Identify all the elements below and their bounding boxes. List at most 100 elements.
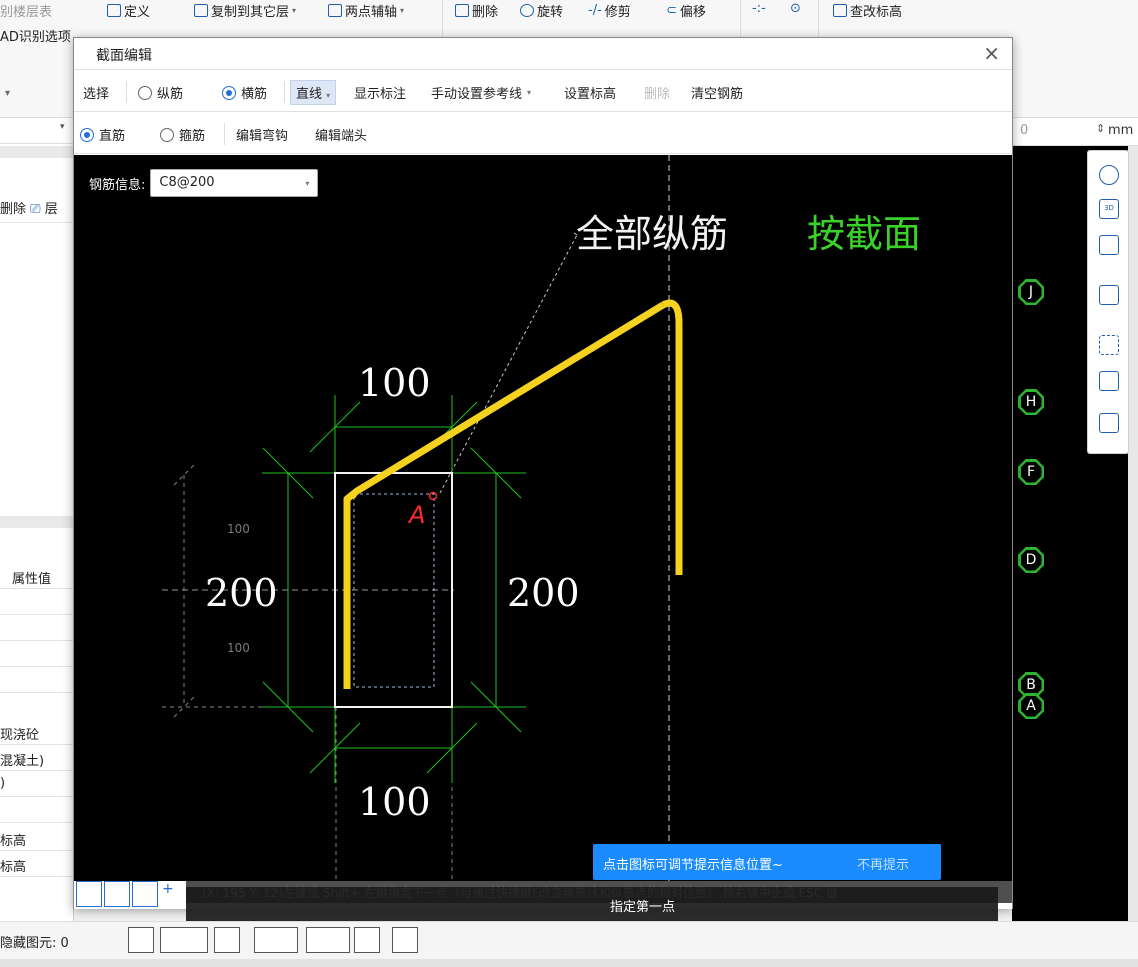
edit-hook-button[interactable]: 编辑弯钩: [236, 125, 288, 144]
section-edit-dialog: 截面编辑 × 选择 纵筋 横筋 直线 ▾ 显示标注 手动设置参考线 ▾ 设置标高 …: [73, 37, 1013, 909]
leader-line: [439, 234, 578, 494]
trim-button[interactable]: -/- 修剪: [588, 1, 631, 20]
section-drawing: [162, 155, 683, 881]
3d-view-icon[interactable]: 3D: [1099, 199, 1119, 219]
bottom-toolbar: 隐藏图元: 0: [0, 921, 1138, 959]
offset-icon: ⊂: [666, 3, 677, 18]
left-dropdown[interactable]: ▾: [0, 118, 74, 144]
left-property-panel: ▾ 删除 ⎚ 层 属性值 现浇砼 混凝土) ) 标高 标高: [0, 118, 74, 928]
axis-bubble-h: H: [1018, 389, 1044, 415]
floor-table-button[interactable]: 别楼层表: [0, 1, 52, 20]
copy-floor-icon: [194, 4, 208, 17]
radio-transverse[interactable]: 横筋: [222, 83, 267, 102]
rect-select-icon[interactable]: [160, 927, 208, 953]
clear-rebar-button[interactable]: 清空钢筋: [691, 83, 743, 102]
right-scroll-strip[interactable]: [1128, 146, 1138, 921]
close-icon[interactable]: ×: [983, 41, 1000, 65]
set-elevation-button[interactable]: 设置标高: [564, 83, 616, 102]
component-view-icon[interactable]: [1099, 371, 1119, 391]
rebar-info-row: 钢筋信息: C8@200 ▾: [89, 169, 319, 197]
ortho-snap-icon[interactable]: [128, 927, 154, 953]
dimension-tool-icon[interactable]: [306, 927, 350, 953]
prop-row-2[interactable]: 混凝土): [0, 750, 74, 769]
rebar-segment-2: [661, 299, 683, 575]
prop-row-3[interactable]: ): [0, 776, 74, 791]
line-snap-icon[interactable]: [104, 881, 130, 907]
view-toolbar: 3D: [1087, 150, 1129, 454]
axis-icon: [328, 4, 342, 17]
dimension-snap-icon[interactable]: +: [162, 881, 184, 907]
dialog-toolbar-2: 直筋 箍筋 编辑弯钩 编辑端头: [74, 113, 1012, 154]
ribbon-dropdown-caret[interactable]: ▾: [5, 88, 10, 99]
section-canvas[interactable]: 钢筋信息: C8@200 ▾ 全部纵筋 按截面 100 100 200 200 …: [74, 155, 1012, 881]
first-point-text: 指定第一点: [610, 900, 676, 915]
region-select-icon[interactable]: [1099, 335, 1119, 355]
by-section-label: 按截面: [807, 212, 922, 256]
perpendicular-snap-icon[interactable]: [132, 881, 158, 907]
radio-straight-bar[interactable]: 直筋: [80, 125, 125, 144]
cube-outline-icon[interactable]: [1099, 235, 1119, 255]
cross-select-icon[interactable]: [214, 927, 240, 953]
first-point-prompt: 指定第一点: [186, 887, 998, 921]
prop-row-1[interactable]: 现浇砼: [0, 724, 74, 743]
dim-left-text: 200: [205, 571, 278, 615]
copy-to-floor-button[interactable]: 复制到其它层 ▾: [194, 1, 296, 20]
line-dropdown[interactable]: 直线 ▾: [290, 80, 337, 105]
hidden-elements-count: 隐藏图元: 0: [0, 936, 69, 951]
point-tool-icon[interactable]: -:-: [752, 1, 766, 16]
rebar-info-label: 钢筋信息:: [89, 177, 146, 193]
dialog-titlebar[interactable]: 截面编辑 ×: [74, 38, 1012, 70]
clock-tool-icon[interactable]: ⊙: [790, 1, 801, 16]
tip-text: 点击图标可调节提示信息位置~: [603, 858, 783, 873]
radio-longitudinal[interactable]: 纵筋: [138, 83, 183, 102]
define-icon: [107, 4, 121, 17]
cube-solid-icon[interactable]: [1099, 285, 1119, 305]
rebar-info-select[interactable]: C8@200 ▾: [150, 169, 319, 197]
all-longitudinal-label: 全部纵筋: [576, 212, 729, 256]
dim-small-bottom-text: 100: [227, 641, 250, 655]
prop-row-4[interactable]: 标高: [0, 830, 74, 849]
rotate-button[interactable]: 旋转: [520, 1, 563, 20]
fillet-tool-icon[interactable]: [392, 927, 418, 953]
tip-banner: 点击图标可调节提示信息位置~ 不再提示: [593, 844, 941, 880]
angle-tool-icon[interactable]: [254, 927, 298, 953]
spinner-icon[interactable]: ⇕: [1096, 122, 1105, 135]
elevation-icon: [833, 4, 847, 17]
prop-value-header: 属性值: [12, 572, 52, 587]
two-point-axis-button[interactable]: 两点辅轴 ▾: [328, 1, 404, 20]
display-tool-icon[interactable]: [354, 927, 380, 953]
check-elevation-button[interactable]: 查改标高: [833, 1, 902, 20]
status-bar: [0, 959, 1138, 967]
dim-bottom-text: 100: [358, 780, 431, 824]
offset-button[interactable]: ⊂ 偏移: [666, 1, 706, 20]
delete-button[interactable]: 删除: [644, 83, 670, 102]
trim-icon: -/-: [588, 3, 602, 18]
dim-top-text: 100: [358, 361, 431, 405]
cad-recognize-button[interactable]: AD识别选项: [0, 26, 71, 45]
prop-row-5[interactable]: 标高: [0, 856, 74, 875]
axis-bubble-f: F: [1018, 459, 1044, 485]
ribbon-delete-button[interactable]: 删除: [455, 1, 498, 20]
chevron-down-icon: ▾: [305, 179, 310, 188]
point-a-label: A: [409, 501, 426, 529]
tip-dismiss-button[interactable]: 不再提示: [857, 854, 909, 873]
define-button[interactable]: 定义: [107, 1, 150, 20]
axis-bubble-j: J: [1018, 279, 1044, 305]
dialog-toolbar-1: 选择 纵筋 横筋 直线 ▾ 显示标注 手动设置参考线 ▾ 设置标高 删除 清空钢筋: [74, 71, 1012, 112]
axis-bubble-d: D: [1018, 547, 1044, 573]
rotate-icon: [520, 4, 534, 17]
axis-bubble-a: A: [1018, 693, 1044, 719]
offset-input-field[interactable]: 0 ⇕ mm: [1012, 118, 1138, 146]
orthogonal-snap-icon[interactable]: [76, 881, 102, 907]
dialog-title: 截面编辑: [96, 48, 152, 64]
radio-stirrup[interactable]: 箍筋: [160, 125, 205, 144]
manual-ref-line-dropdown[interactable]: 手动设置参考线 ▾: [431, 83, 531, 102]
edit-end-button[interactable]: 编辑端头: [315, 125, 367, 144]
property-list-icon[interactable]: [1099, 413, 1119, 433]
show-mark-button[interactable]: 显示标注: [354, 83, 406, 102]
orbit-icon[interactable]: [1099, 165, 1119, 185]
left-delete-button[interactable]: 删除 ⎚ 层: [0, 198, 74, 217]
dim-small-top-text: 100: [227, 522, 250, 536]
dim-right-text: 200: [507, 571, 580, 615]
select-button[interactable]: 选择: [83, 83, 109, 102]
